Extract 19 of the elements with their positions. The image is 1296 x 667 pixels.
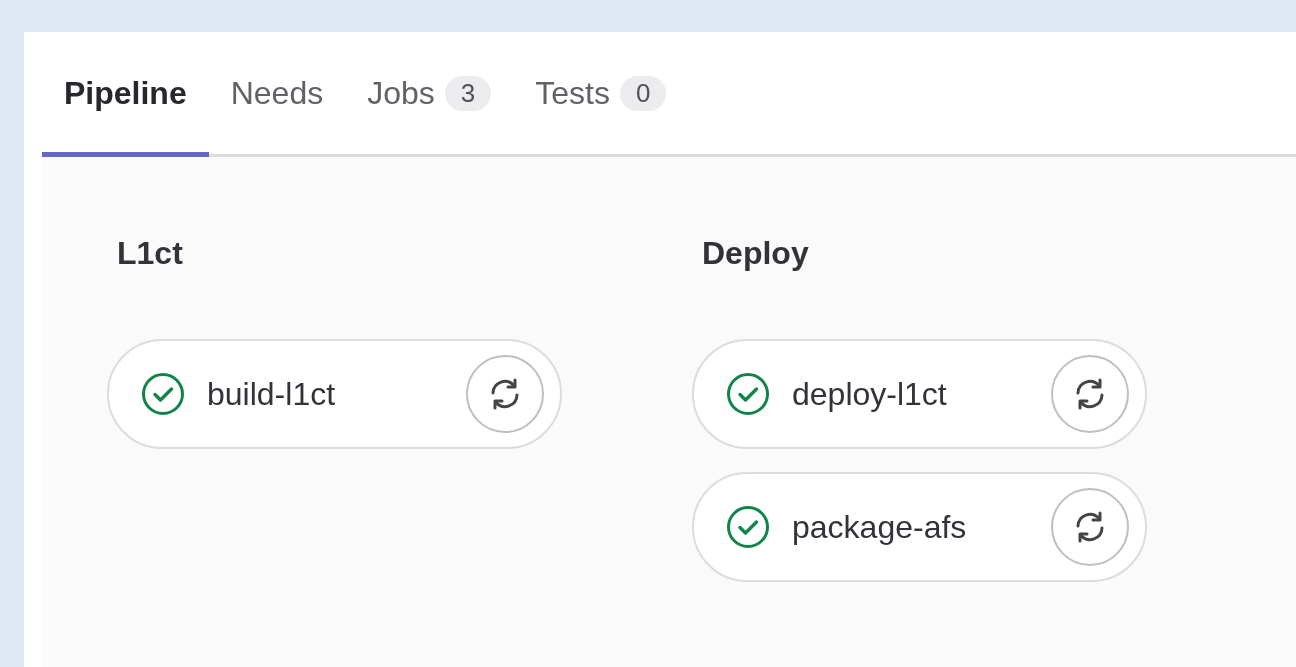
count-badge: 0: [619, 76, 667, 111]
check-icon: [726, 372, 770, 416]
job-name: build-l1ct: [207, 375, 337, 413]
retry-button[interactable]: [1051, 488, 1129, 566]
check-icon: [141, 372, 185, 416]
count-badge: 3: [444, 76, 492, 111]
retry-button[interactable]: [466, 355, 544, 433]
tab[interactable]: Jobs 3: [345, 32, 514, 157]
job-name: package-afs: [792, 508, 968, 546]
tab[interactable]: Tests 0: [513, 32, 689, 157]
job-pill[interactable]: build-l1ct: [107, 339, 562, 449]
check-icon: [726, 505, 770, 549]
tab[interactable]: Needs: [208, 32, 346, 157]
job-pill[interactable]: package-afs: [692, 472, 1147, 582]
stage-title: L1ct: [116, 235, 184, 272]
retry-button[interactable]: [1051, 355, 1129, 433]
job-name: deploy-l1ct: [792, 375, 948, 413]
job-pill[interactable]: deploy-l1ct: [692, 339, 1147, 449]
stage-title: Deploy: [701, 235, 810, 272]
